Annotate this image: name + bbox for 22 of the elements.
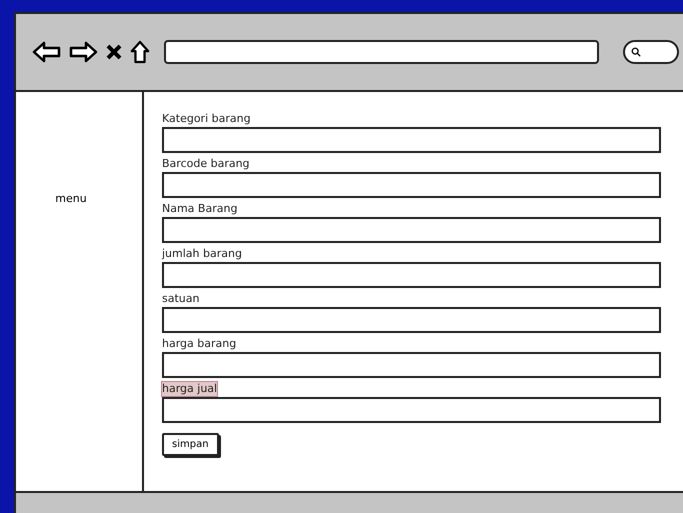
search-field[interactable] <box>623 40 679 64</box>
field-label: satuan <box>162 292 200 306</box>
input-field[interactable] <box>162 262 661 288</box>
address-bar[interactable] <box>164 40 599 64</box>
input-field[interactable] <box>162 217 661 243</box>
input-field[interactable] <box>162 127 661 153</box>
home-icon[interactable] <box>130 40 150 64</box>
field-label: Barcode barang <box>162 157 250 171</box>
field-label: Nama Barang <box>162 202 238 216</box>
input-field[interactable] <box>162 172 661 198</box>
field-label: Kategori barang <box>162 112 251 126</box>
input-field[interactable] <box>162 352 661 378</box>
input-field[interactable] <box>162 307 661 333</box>
field-label: harga barang <box>162 337 236 351</box>
field-label: jumlah barang <box>162 247 242 261</box>
forward-icon[interactable] <box>68 40 98 64</box>
save-button[interactable]: simpan <box>162 433 219 456</box>
back-icon[interactable] <box>32 40 62 64</box>
search-icon <box>631 47 641 57</box>
field-label: harga jual <box>162 382 218 396</box>
input-field[interactable] <box>162 397 661 423</box>
menu-label: menu <box>55 192 87 205</box>
